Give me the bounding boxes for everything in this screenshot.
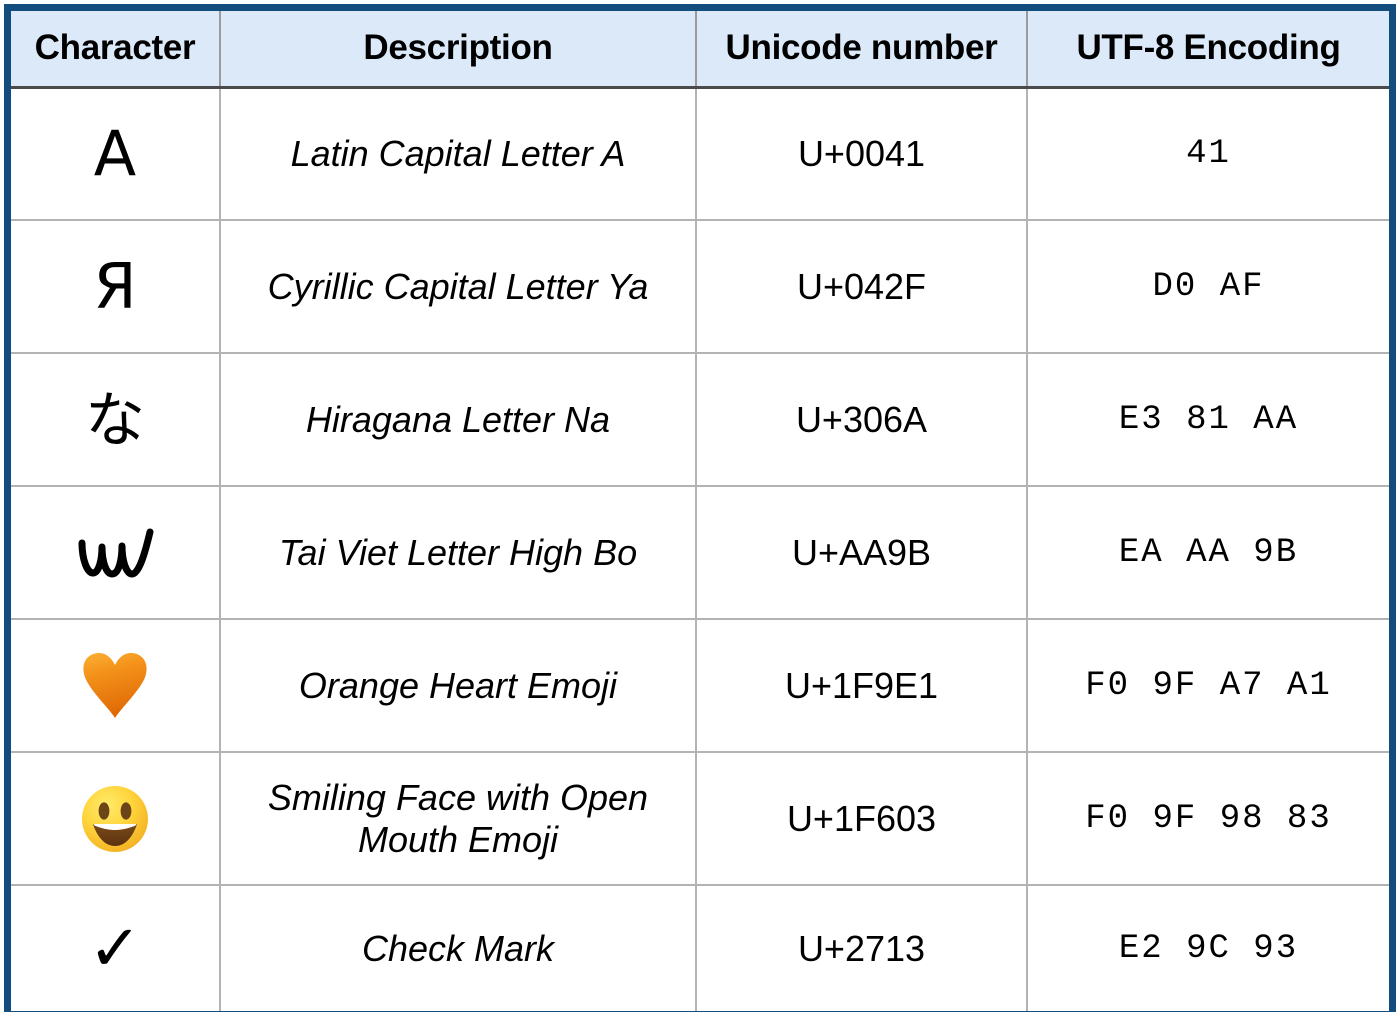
cyrillic-ya-glyph: Я <box>93 249 137 323</box>
unicode-number-cell: U+042F <box>696 220 1028 354</box>
table-row: な Hiragana Letter Na U+306A E3 81 AA <box>11 353 1389 487</box>
check-mark-glyph: ✓ <box>88 911 142 986</box>
orange-heart-emoji <box>83 652 147 718</box>
unicode-number-cell: U+2713 <box>696 885 1028 1011</box>
smiling-face-open-mouth-emoji <box>82 785 148 852</box>
character-cell: ✓ <box>11 885 221 1011</box>
table-row: ✓ Check Mark U+2713 E2 9C 93 <box>11 885 1389 1011</box>
description-cell: Orange Heart Emoji <box>220 619 697 753</box>
description-cell: Cyrillic Capital Letter Ya <box>220 220 697 354</box>
latin-capital-a-glyph: A <box>93 116 137 190</box>
column-header-utf8-encoding: UTF-8 Encoding <box>1027 11 1389 89</box>
unicode-number-cell: U+306A <box>696 353 1028 487</box>
utf8-encoding-cell: F0 9F A7 A1 <box>1027 619 1389 753</box>
column-header-unicode-number: Unicode number <box>696 11 1028 89</box>
character-cell: Я <box>11 220 221 354</box>
utf8-encoding-cell: E3 81 AA <box>1027 353 1389 487</box>
table-row: Я Cyrillic Capital Letter Ya U+042F D0 A… <box>11 220 1389 354</box>
table-header-row: Character Description Unicode number UTF… <box>11 11 1389 89</box>
description-cell: Hiragana Letter Na <box>220 353 697 487</box>
unicode-utf8-table: Character Description Unicode number UTF… <box>11 11 1389 1011</box>
table-row: Smiling Face with Open Mouth Emoji U+1F6… <box>11 752 1389 886</box>
table-header: Character Description Unicode number UTF… <box>11 11 1389 89</box>
unicode-table-frame: Character Description Unicode number UTF… <box>4 4 1396 1012</box>
character-cell <box>11 619 221 753</box>
character-cell <box>11 752 221 886</box>
utf8-encoding-cell: E2 9C 93 <box>1027 885 1389 1011</box>
description-cell: Smiling Face with Open Mouth Emoji <box>220 752 697 886</box>
column-header-description: Description <box>220 11 697 89</box>
table-row: Tai Viet Letter High Bo U+AA9B EA AA 9B <box>11 486 1389 620</box>
character-cell: A <box>11 87 221 221</box>
unicode-number-cell: U+1F9E1 <box>696 619 1028 753</box>
unicode-number-cell: U+0041 <box>696 87 1028 221</box>
description-cell: Tai Viet Letter High Bo <box>220 486 697 620</box>
hiragana-na-glyph: な <box>85 385 145 456</box>
description-cell: Check Mark <box>220 885 697 1011</box>
character-cell <box>11 486 221 620</box>
table-row: Orange Heart Emoji U+1F9E1 F0 9F A7 A1 <box>11 619 1389 753</box>
table-row: A Latin Capital Letter A U+0041 41 <box>11 87 1389 221</box>
utf8-encoding-cell: EA AA 9B <box>1027 486 1389 620</box>
table-body: A Latin Capital Letter A U+0041 41 Я Cyr… <box>11 87 1389 1011</box>
unicode-number-cell: U+1F603 <box>696 752 1028 886</box>
character-cell: な <box>11 353 221 487</box>
column-header-character: Character <box>11 11 221 89</box>
utf8-encoding-cell: D0 AF <box>1027 220 1389 354</box>
utf8-encoding-cell: F0 9F 98 83 <box>1027 752 1389 886</box>
unicode-number-cell: U+AA9B <box>696 486 1028 620</box>
utf8-encoding-cell: 41 <box>1027 87 1389 221</box>
tai-viet-high-bo-glyph <box>78 528 154 577</box>
description-cell: Latin Capital Letter A <box>220 87 697 221</box>
